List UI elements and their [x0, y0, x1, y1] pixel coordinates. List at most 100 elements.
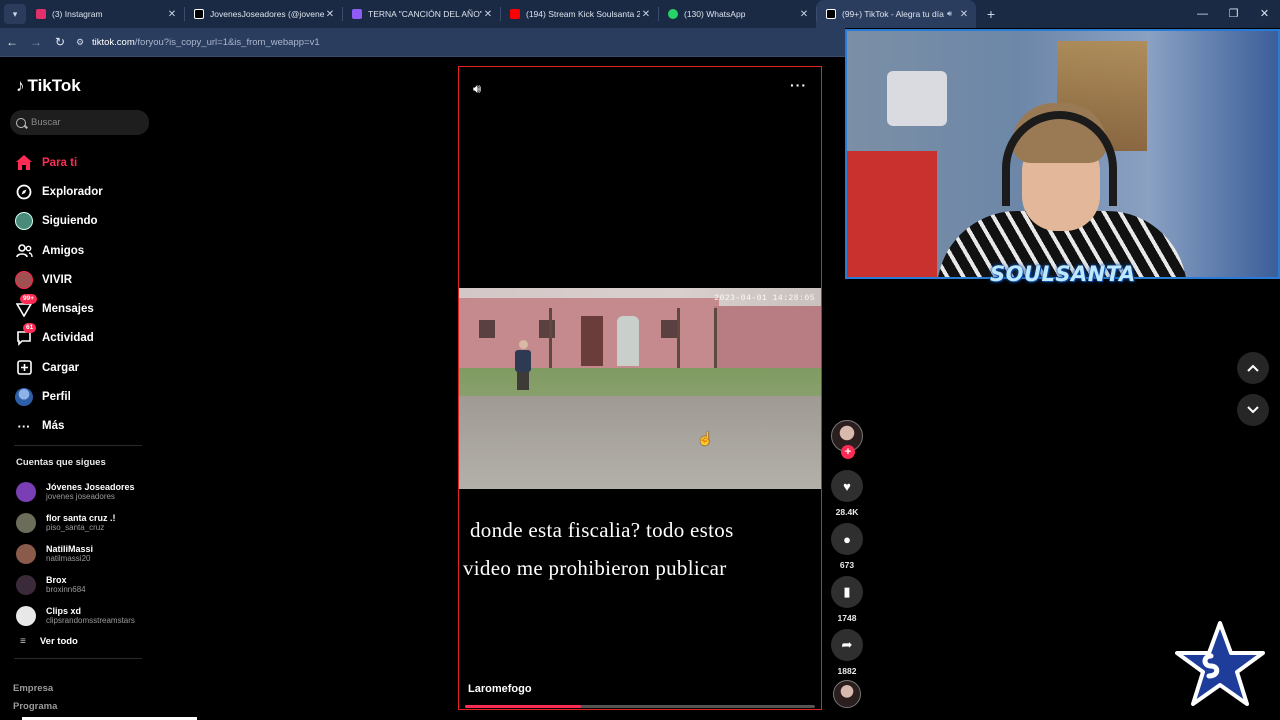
back-icon[interactable]: ← [0, 35, 24, 49]
reload-icon[interactable]: ↻ [48, 35, 72, 49]
nav-label: Perfil [42, 391, 71, 404]
account-avatar [16, 481, 36, 502]
save-button[interactable]: ▮ [831, 576, 863, 608]
more-options-icon[interactable]: ··· [790, 77, 807, 93]
messages-icon: 99+ [14, 294, 38, 318]
see-all-link[interactable]: ≡ Ver todo [20, 636, 78, 647]
form-icon [352, 9, 362, 19]
nav-item-perfil[interactable]: Perfil [14, 382, 154, 411]
speaker-icon[interactable]: 🔊︎ [947, 9, 952, 19]
new-tab-button[interactable]: + [980, 6, 1002, 22]
browser-tab-active[interactable]: (99+) TikTok - Alegra tu día 🔊︎ ✕ [816, 0, 976, 28]
tab-title: (194) Stream Kick Soulsanta 20 [526, 9, 640, 19]
video-player[interactable]: 🔊︎ ··· 2023-04-01 14:28:05 ☝ donde esta … [458, 66, 822, 710]
minimize-icon[interactable]: — [1187, 0, 1218, 28]
close-icon[interactable]: ✕ [482, 9, 494, 20]
close-icon[interactable]: ✕ [324, 9, 336, 20]
nav-label: Actividad [42, 332, 94, 345]
share-count: 1882 [837, 666, 857, 676]
tab-search-button[interactable]: ▾ [4, 4, 26, 24]
video-progress-bar[interactable] [465, 705, 815, 708]
share-icon: ➦ [841, 637, 853, 652]
close-icon[interactable]: ✕ [798, 9, 810, 20]
hand-cursor-icon: ☝ [697, 431, 714, 446]
footer-link-empresa[interactable]: Empresa [13, 680, 57, 698]
divider [14, 445, 142, 446]
nav-item-para-ti[interactable]: Para ti [14, 148, 154, 177]
video-timestamp: 2023-04-01 14:28:05 [714, 294, 815, 303]
activity-icon: 61 [14, 323, 37, 347]
nav-item-vivir[interactable]: VIVIR [14, 265, 154, 294]
browser-tab-bar: ▾ (3) Instagram ✕ JovenesJoseadores (@jo… [0, 0, 1280, 28]
scroll-down-button[interactable] [1237, 394, 1269, 426]
video-door [581, 316, 603, 366]
footer-link-programa[interactable]: Programa [13, 698, 57, 716]
volume-icon[interactable]: 🔊︎ [473, 81, 481, 97]
tiktok-icon [826, 9, 836, 19]
browser-tab[interactable]: (3) Instagram ✕ [26, 0, 184, 28]
account-name: NatiliMassi [46, 543, 94, 554]
nav-label: Cargar [42, 361, 80, 374]
like-button[interactable]: ♥ [831, 470, 863, 502]
account-avatar [16, 605, 36, 626]
nav-item-actividad[interactable]: 61 Actividad [14, 323, 154, 353]
video-caption: donde esta fiscalia? todo estos video me… [463, 511, 819, 587]
streamer [917, 101, 1187, 277]
video-road [459, 396, 821, 489]
comment-button[interactable]: ● [831, 523, 863, 555]
nav-item-explorador[interactable]: Explorador [14, 177, 154, 206]
upload-icon [14, 359, 34, 377]
creator-avatar[interactable]: + [831, 420, 863, 459]
following-item[interactable]: Jóvenes Joseadores jovenes joseadores [16, 476, 156, 507]
browser-tab[interactable]: (194) Stream Kick Soulsanta 20 ✕ [500, 0, 658, 28]
video-person [515, 340, 531, 390]
account-handle: piso_santa_cruz [46, 522, 105, 532]
share-button[interactable]: ➦ [831, 629, 863, 661]
search-icon[interactable] [16, 117, 26, 128]
forward-icon[interactable]: → [24, 35, 48, 49]
nav-item-amigos[interactable]: Amigos [14, 236, 154, 265]
close-icon[interactable]: ✕ [958, 9, 970, 20]
nav-item-siguiendo[interactable]: Siguiendo [14, 207, 154, 236]
comment-count: 673 [839, 560, 855, 570]
following-item[interactable]: flor santa cruz .! piso_santa_cruz [16, 507, 156, 538]
heart-icon: ♥ [843, 478, 851, 494]
following-avatar-icon [14, 212, 34, 231]
instagram-icon [36, 9, 46, 19]
nav-label: Amigos [42, 244, 85, 257]
webcam-overlay [845, 29, 1280, 279]
profile-avatar-icon [14, 388, 34, 407]
video-house [714, 306, 821, 376]
site-info-icon[interactable]: ⚙ [76, 37, 86, 47]
follow-plus-icon[interactable]: + [841, 445, 855, 459]
following-item[interactable]: NatiliMassi natilmassi20 [16, 538, 156, 569]
nav-item-mensajes[interactable]: 99+ Mensajes [14, 294, 154, 323]
close-window-icon[interactable]: ✕ [1249, 0, 1280, 28]
sidebar: ♪ TikTok Para ti Explorador Siguiendo [0, 58, 160, 720]
account-avatar [16, 543, 36, 564]
compass-icon [14, 183, 34, 201]
following-item[interactable]: Brox broxinn684 [16, 569, 156, 600]
video-grass [459, 368, 821, 398]
video-door [617, 316, 639, 366]
video-author[interactable]: Laromefogo [468, 683, 532, 695]
browser-tab[interactable]: (130) WhatsApp ✕ [658, 0, 816, 28]
close-icon[interactable]: ✕ [166, 9, 178, 20]
scroll-up-button[interactable] [1237, 352, 1269, 384]
browser-tab[interactable]: JovenesJoseadores (@jovenesjo ✕ [184, 0, 342, 28]
nav-item-mas[interactable]: ··· Más [14, 412, 154, 441]
tiktok-logo[interactable]: ♪ TikTok [16, 76, 81, 96]
close-icon[interactable]: ✕ [640, 9, 652, 20]
home-icon [14, 154, 34, 172]
search-box [10, 110, 149, 135]
account-handle: jovenes joseadores [46, 491, 115, 501]
nav-item-cargar[interactable]: Cargar [14, 353, 154, 382]
search-input[interactable] [31, 117, 141, 128]
account-avatar [16, 574, 36, 595]
following-item[interactable]: Clips xd clipsrandomsstreamstars [16, 600, 156, 631]
browser-tab[interactable]: TERNA "CANCIÓN DEL AÑO" ✕ [342, 0, 500, 28]
nav-label: Siguiendo [42, 215, 98, 228]
restore-icon[interactable]: ❐ [1218, 0, 1249, 28]
url-field[interactable]: ⚙ tiktok.com/foryou?is_copy_url=1&is_fro… [76, 32, 320, 52]
music-avatar[interactable] [833, 680, 861, 708]
